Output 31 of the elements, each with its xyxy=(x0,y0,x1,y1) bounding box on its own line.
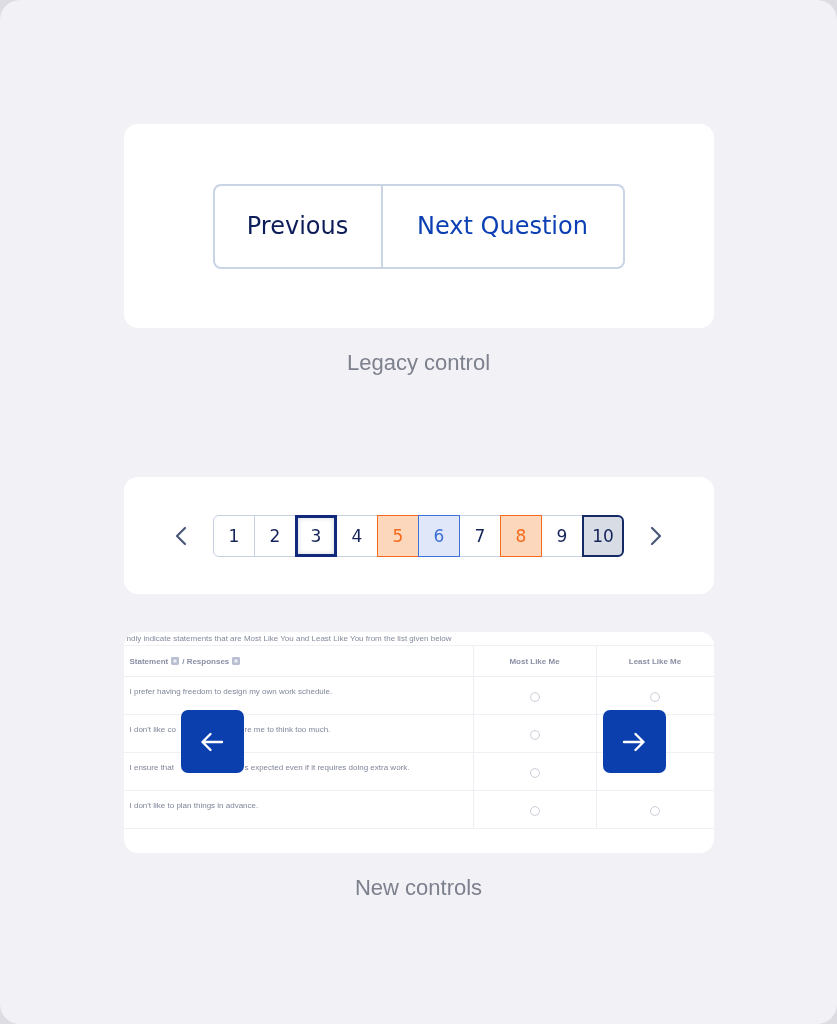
left-arrow-icon xyxy=(200,731,224,752)
tile-icon xyxy=(171,657,180,665)
column-header: Least Like Me xyxy=(628,656,682,666)
instruction-text: ndly indicate statements that are Most Like You and Least Like You from the list given below xyxy=(125,633,453,645)
previous-button[interactable]: Previous xyxy=(212,183,383,269)
column-header: Most Like Me xyxy=(509,656,560,666)
chevron-right-icon[interactable] xyxy=(650,525,662,546)
page-button[interactable]: 3 xyxy=(295,514,337,557)
right-arrow-icon xyxy=(622,731,646,752)
page-button[interactable]: 4 xyxy=(336,514,378,557)
page-button[interactable]: 1 xyxy=(213,514,255,557)
next-question-button[interactable]: Next Question xyxy=(382,183,625,269)
statement-text: I don't like to plan things in advance. xyxy=(129,801,259,811)
next-arrow-button[interactable] xyxy=(602,710,666,773)
column-header: Statement xyxy=(129,656,169,666)
statement-text: I don't like co xyxy=(129,725,176,735)
page-button[interactable]: 10 xyxy=(582,514,624,557)
chevron-left-icon[interactable] xyxy=(175,525,187,546)
caption-text: New controls xyxy=(354,874,483,902)
page-button[interactable]: 2 xyxy=(254,514,296,557)
statement-text: I prefer having freedom to design my own work schedule. xyxy=(129,687,333,697)
page-button[interactable]: 6 xyxy=(418,514,460,557)
previous-arrow-button[interactable] xyxy=(180,710,244,773)
caption-text: Legacy control xyxy=(346,349,491,377)
tile-icon xyxy=(232,657,241,665)
statement-text: s expected even if it requires doing extra work. xyxy=(244,763,410,773)
statement-text: re me to think too much. xyxy=(244,725,331,735)
statement-text: I ensure that xyxy=(129,763,174,773)
page-button[interactable]: 7 xyxy=(459,514,501,557)
column-header: / Responses xyxy=(182,656,230,666)
page-button[interactable]: 9 xyxy=(541,514,583,557)
